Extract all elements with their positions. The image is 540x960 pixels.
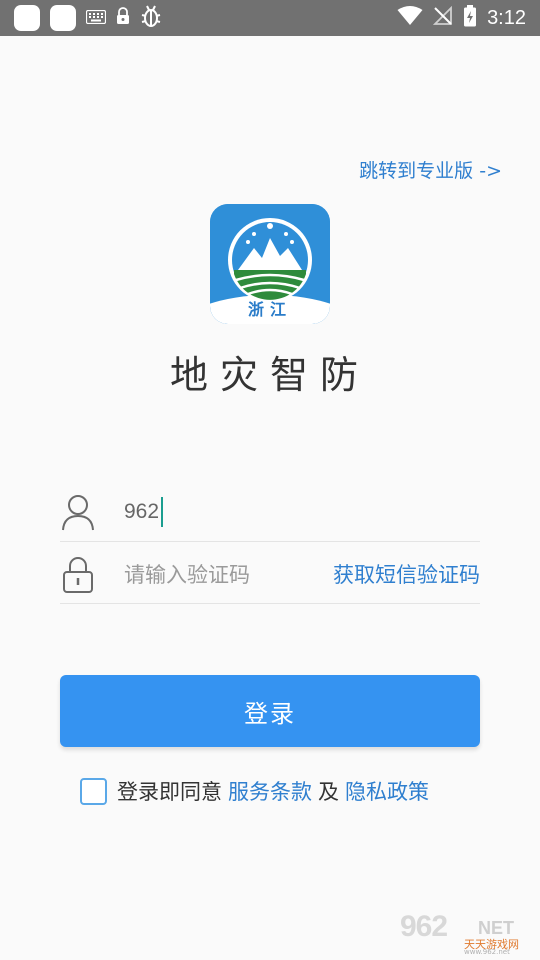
bug-icon <box>140 4 162 32</box>
agreement-row: 登录即同意 服务条款 及 隐私政策 <box>80 776 435 806</box>
code-field-row: 请输入验证码 获取短信验证码 <box>60 544 480 604</box>
phone-input-value: 962 <box>124 499 160 523</box>
watermark-main: 962 <box>400 910 448 943</box>
phone-field-row: 962 <box>60 482 480 542</box>
privacy-policy-link[interactable]: 隐私政策 <box>345 776 429 806</box>
keyboard-icon <box>85 9 107 28</box>
lock-icon <box>60 554 96 594</box>
get-sms-code-button[interactable]: 获取短信验证码 <box>333 559 480 589</box>
app-square-icon <box>50 5 76 31</box>
watermark: 962 NET 天天游戏网 www.962.net <box>400 910 534 956</box>
no-sim-icon <box>432 5 453 30</box>
phone-input[interactable]: 962 <box>124 496 164 527</box>
text-caret <box>161 496 164 527</box>
app-logo: 浙江 <box>210 204 330 324</box>
switch-to-pro-link[interactable]: 跳转到专业版 -> <box>359 156 502 183</box>
agreement-and: 及 <box>318 780 339 804</box>
battery-icon <box>463 5 477 31</box>
watermark-url: www.962.net <box>464 948 510 956</box>
login-button[interactable]: 登录 <box>60 675 480 747</box>
agreement-prefix: 登录即同意 <box>117 780 222 804</box>
user-icon <box>60 492 96 532</box>
code-input[interactable]: 请输入验证码 <box>124 559 250 589</box>
app-title: 地灾智防 <box>169 353 370 397</box>
lock-icon <box>116 7 130 29</box>
status-bar: 3:12 <box>0 0 540 36</box>
wifi-icon <box>397 6 423 30</box>
terms-of-service-link[interactable]: 服务条款 <box>228 776 312 806</box>
agreement-checkbox[interactable] <box>80 777 107 805</box>
logo-text: 浙江 <box>247 300 292 319</box>
status-time: 3:12 <box>487 6 526 29</box>
app-square-icon <box>14 5 40 31</box>
